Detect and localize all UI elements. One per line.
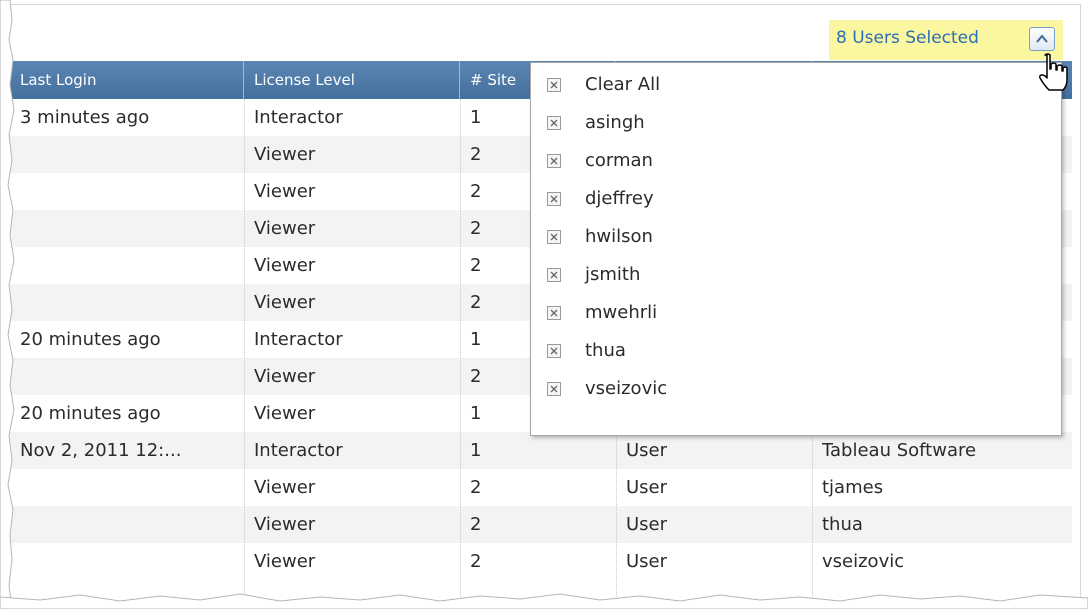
cell-last-login <box>10 543 244 580</box>
cell-name: thua <box>822 514 863 535</box>
option-label: Clear All <box>585 74 661 95</box>
cell-last-login: 20 minutes ago <box>20 403 161 424</box>
cell-role: User <box>626 477 668 498</box>
column-divider <box>244 99 245 609</box>
cell-license-level: Viewer <box>254 181 316 202</box>
option-label: jsmith <box>585 264 641 285</box>
cell-name: Tableau Software <box>822 440 977 461</box>
selected-user-option[interactable]: mwehrli <box>531 295 1061 333</box>
option-label: vseizovic <box>585 378 668 399</box>
column-header-license-level[interactable]: License Level <box>244 61 460 99</box>
cell-license-level: Viewer <box>254 255 316 276</box>
option-label: djeffrey <box>585 188 654 209</box>
cell-license-level: Viewer <box>254 477 316 498</box>
cell-last-login: Nov 2, 2011 12:... <box>20 440 182 461</box>
hand-cursor-icon <box>1039 53 1068 91</box>
cell-last-login <box>10 358 244 395</box>
cell-role: User <box>626 514 668 535</box>
selected-users-dropdown: Clear All asingh corman djeffrey hwilson jsmi… <box>530 62 1062 436</box>
remove-x-icon[interactable] <box>547 116 561 130</box>
chevron-up-icon <box>1036 34 1048 43</box>
option-label: asingh <box>585 112 645 133</box>
cell-last-login <box>10 136 244 173</box>
cell-sites: 2 <box>470 551 482 572</box>
table-row[interactable]: Nov 2, 2011 12:... Interactor 1 User Tableau… <box>10 432 1072 469</box>
cell-role: User <box>626 440 668 461</box>
cell-last-login <box>10 173 244 210</box>
remove-x-icon[interactable] <box>547 192 561 206</box>
cell-license-level: Interactor <box>254 440 343 461</box>
cell-name: vseizovic <box>822 551 905 572</box>
column-divider <box>460 99 461 609</box>
cell-license-level: Viewer <box>254 551 316 572</box>
cell-sites: 1 <box>470 440 482 461</box>
cell-last-login <box>10 506 244 543</box>
cell-last-login <box>10 247 244 284</box>
cell-sites: 2 <box>470 514 482 535</box>
remove-x-icon[interactable] <box>547 154 561 168</box>
cell-license-level: Viewer <box>254 292 316 313</box>
option-label: mwehrli <box>585 302 658 323</box>
remove-x-icon[interactable] <box>547 78 561 92</box>
cell-license-level: Viewer <box>254 514 316 535</box>
cell-last-login <box>10 284 244 321</box>
cell-license-level: Viewer <box>254 218 316 239</box>
selected-user-option[interactable]: thua <box>531 333 1061 371</box>
torn-edge-bottom <box>0 593 1088 609</box>
cell-last-login: 20 minutes ago <box>20 329 161 350</box>
remove-x-icon[interactable] <box>547 382 561 396</box>
remove-x-icon[interactable] <box>547 344 561 358</box>
dropdown-toggle-button[interactable] <box>1029 27 1055 51</box>
table-row[interactable]: Viewer 2 User vseizovic <box>10 543 1072 580</box>
cell-license-level: Viewer <box>254 366 316 387</box>
cell-name: tjames <box>822 477 884 498</box>
table-row[interactable]: Viewer 2 User tjames <box>10 469 1072 506</box>
remove-x-icon[interactable] <box>547 306 561 320</box>
selected-user-option[interactable]: jsmith <box>531 257 1061 295</box>
cell-license-level: Interactor <box>254 329 343 350</box>
column-header-last-login[interactable]: Last Login <box>10 61 244 99</box>
remove-x-icon[interactable] <box>547 230 561 244</box>
selected-user-option[interactable]: vseizovic <box>531 371 1061 409</box>
cell-last-login <box>10 469 244 506</box>
cell-license-level: Viewer <box>254 403 316 424</box>
selected-user-option[interactable]: hwilson <box>531 219 1061 257</box>
option-label: corman <box>585 150 653 171</box>
option-label: thua <box>585 340 626 361</box>
users-selected-label[interactable]: 8 Users Selected <box>836 28 979 48</box>
selected-user-option[interactable]: asingh <box>531 105 1061 143</box>
clear-all-option[interactable]: Clear All <box>531 67 1061 105</box>
option-label: hwilson <box>585 226 653 247</box>
cell-last-login <box>10 210 244 247</box>
cell-last-login: 3 minutes ago <box>20 107 150 128</box>
cell-license-level: Interactor <box>254 107 343 128</box>
selected-user-option[interactable]: corman <box>531 143 1061 181</box>
cell-role: User <box>626 551 668 572</box>
selected-user-option[interactable]: djeffrey <box>531 181 1061 219</box>
remove-x-icon[interactable] <box>547 268 561 282</box>
cell-license-level: Viewer <box>254 144 316 165</box>
torn-edge-left <box>0 0 15 609</box>
table-row[interactable]: Viewer 2 User thua <box>10 506 1072 543</box>
cell-sites: 2 <box>470 477 482 498</box>
